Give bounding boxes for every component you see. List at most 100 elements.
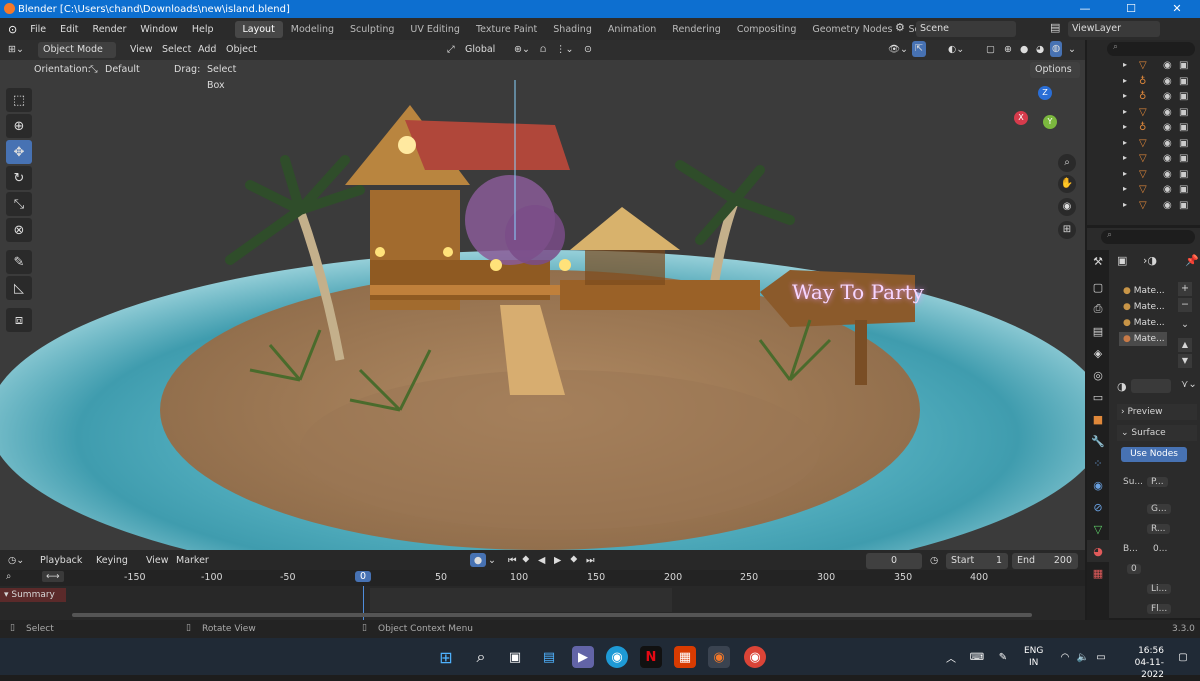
battery-icon[interactable]: ▭ <box>1090 646 1112 668</box>
eye-icon[interactable]: ◉ <box>1163 76 1172 87</box>
keyboard-icon[interactable]: ⌨ <box>966 646 988 668</box>
pan-hand-icon[interactable]: ✋ <box>1058 175 1076 193</box>
use-nodes-button[interactable]: Use Nodes <box>1121 447 1187 462</box>
drag-dropdown[interactable]: Select Box <box>202 62 260 91</box>
menu-file[interactable]: File <box>23 24 53 35</box>
pin-icon[interactable]: 📌 <box>1185 254 1199 267</box>
jump-start-button[interactable]: ⏮ <box>508 553 517 569</box>
menu-render[interactable]: Render <box>86 24 134 35</box>
collection-tab-icon[interactable]: ▭ <box>1087 386 1109 408</box>
eye-icon[interactable]: ◉ <box>1163 138 1172 149</box>
material-slot[interactable]: ● Mate... <box>1119 300 1167 314</box>
snap-settings-icon[interactable]: ⋮⌄ <box>556 42 573 58</box>
outliner-row[interactable]: ▸ ▽ ◉ ▣ <box>1087 184 1200 200</box>
tab-rendering[interactable]: Rendering <box>664 21 729 38</box>
image-texture-field[interactable]: 0 <box>1127 564 1141 574</box>
expand-icon[interactable]: ▸ <box>1123 60 1127 69</box>
material-slot[interactable]: ● Mate... <box>1119 316 1167 330</box>
editor-type-icon[interactable]: ⊞⌄ <box>8 42 24 58</box>
move-tool-icon[interactable]: ✥ <box>6 140 32 164</box>
expand-icon[interactable]: ▸ <box>1123 184 1127 193</box>
play-reverse-button[interactable]: ◀ <box>538 553 545 569</box>
timeline-menu-marker[interactable]: Marker <box>176 553 209 569</box>
camera-icon[interactable]: ▣ <box>1179 60 1188 71</box>
modifier-tab-icon[interactable]: 🔧 <box>1087 430 1109 452</box>
shader-row-b[interactable]: B... <box>1123 544 1138 554</box>
rendered-shading-icon[interactable]: ◍ <box>1050 41 1063 57</box>
summary-channel[interactable]: ▾ Summary <box>0 588 66 602</box>
viewlayer-selector[interactable]: ViewLayer <box>1068 21 1160 37</box>
current-frame-field[interactable]: 0 <box>866 553 922 569</box>
outliner-row[interactable]: ▸ ♁ ◉ ▣ <box>1087 91 1200 107</box>
outliner-row[interactable]: ▸ ▽ ◉ ▣ <box>1087 60 1200 76</box>
outliner-search-input[interactable]: ⌕ <box>1107 42 1195 56</box>
camera-view-icon[interactable]: ◉ <box>1058 198 1076 216</box>
jump-end-button[interactable]: ⏭ <box>586 553 595 569</box>
clock[interactable]: 16:56 04-11-2022 <box>1118 645 1164 681</box>
pen-icon[interactable]: ✎ <box>992 646 1014 668</box>
menu-window[interactable]: Window <box>133 24 184 35</box>
tab-layout[interactable]: Layout <box>234 20 283 38</box>
chrome-icon[interactable]: ◉ <box>744 646 766 668</box>
texture-tab-icon[interactable]: ▦ <box>1087 562 1109 584</box>
menu-object[interactable]: Object <box>226 42 257 58</box>
edge-browser-icon[interactable]: ◉ <box>606 646 628 668</box>
rotate-tool-icon[interactable]: ↻ <box>6 166 32 190</box>
proportional-edit-icon[interactable]: ⊙ <box>584 42 592 58</box>
scale-tool-icon[interactable]: ⤡ <box>6 192 32 216</box>
snap-icon[interactable]: ⩍ <box>540 42 546 58</box>
language-indicator[interactable]: ENG IN <box>1024 645 1043 669</box>
measure-tool-icon[interactable]: ◺ <box>6 276 32 300</box>
menu-edit[interactable]: Edit <box>53 24 85 35</box>
shading-options-icon[interactable]: ⌄ <box>1068 42 1076 58</box>
timeline-search-icon[interactable]: ⌕ <box>6 571 11 582</box>
wireframe-shading-icon[interactable]: ⊕ <box>1004 42 1012 58</box>
outliner-row[interactable]: ▸ ▽ ◉ ▣ <box>1087 107 1200 123</box>
camera-icon[interactable]: ▣ <box>1179 76 1188 87</box>
eye-icon[interactable]: ◉ <box>1163 184 1172 195</box>
menu-view[interactable]: View <box>130 42 153 58</box>
task-view-icon[interactable]: ▣ <box>504 646 526 668</box>
select-box-tool-icon[interactable]: ⬚ <box>6 88 32 112</box>
preview-panel[interactable]: › Preview <box>1117 404 1197 420</box>
tab-uv-editing[interactable]: UV Editing <box>402 21 468 38</box>
remove-slot-button[interactable]: − <box>1178 298 1192 312</box>
keying-dropdown-icon[interactable]: ⌄ <box>488 553 496 569</box>
orientation-dropdown[interactable]: Default <box>100 62 162 78</box>
camera-icon[interactable]: ▣ <box>1179 153 1188 164</box>
interpolation-field[interactable]: Li... <box>1147 584 1172 594</box>
expand-icon[interactable]: ▸ <box>1123 169 1127 178</box>
minimize-button[interactable]: — <box>1062 0 1108 18</box>
tab-compositing[interactable]: Compositing <box>729 21 805 38</box>
expand-icon[interactable]: ▸ <box>1123 122 1127 131</box>
expand-icon[interactable]: ▸ <box>1123 138 1127 147</box>
render-tab-icon[interactable]: ▢ <box>1087 276 1109 298</box>
tab-modeling[interactable]: Modeling <box>283 21 342 38</box>
overlay-toggle-icon[interactable]: ◐⌄ <box>948 42 964 58</box>
windows-start-icon[interactable]: ⊞ <box>435 646 457 668</box>
gizmo-toggle-icon[interactable]: ⇱ <box>912 41 926 57</box>
menu-add[interactable]: Add <box>198 42 216 58</box>
eye-icon[interactable]: ◉ <box>1163 169 1172 180</box>
expand-icon[interactable]: ▸ <box>1123 107 1127 116</box>
netflix-icon[interactable]: N <box>640 646 662 668</box>
maximize-button[interactable]: ☐ <box>1108 0 1154 18</box>
add-cube-tool-icon[interactable]: ⧈ <box>6 308 32 332</box>
eye-icon[interactable]: ◉ <box>1163 91 1172 102</box>
widgets-icon[interactable]: ▤ <box>538 646 560 668</box>
material-browse-icon[interactable]: ›◑ <box>1143 254 1157 267</box>
blender-taskbar-icon[interactable]: ◉ <box>708 646 730 668</box>
start-frame-field[interactable]: Start 1 <box>946 553 1008 569</box>
office-icon[interactable]: ▦ <box>674 646 696 668</box>
notifications-icon[interactable]: ▢ <box>1172 646 1194 668</box>
shader-row-value[interactable]: 0... <box>1153 544 1167 554</box>
material-shading-icon[interactable]: ◕ <box>1036 42 1044 58</box>
transform-orientation-dropdown[interactable]: Global <box>460 42 508 58</box>
options-dropdown[interactable]: Options <box>1030 62 1080 78</box>
material-slot[interactable]: ● Mate... <box>1119 284 1167 298</box>
outliner-row[interactable]: ▸ ▽ ◉ ▣ <box>1087 138 1200 154</box>
timeline-view-all-icon[interactable]: ⟷ <box>42 571 64 582</box>
camera-icon[interactable]: ▣ <box>1179 169 1188 180</box>
eye-icon[interactable]: ◉ <box>1163 153 1172 164</box>
expand-icon[interactable]: ▸ <box>1123 153 1127 162</box>
